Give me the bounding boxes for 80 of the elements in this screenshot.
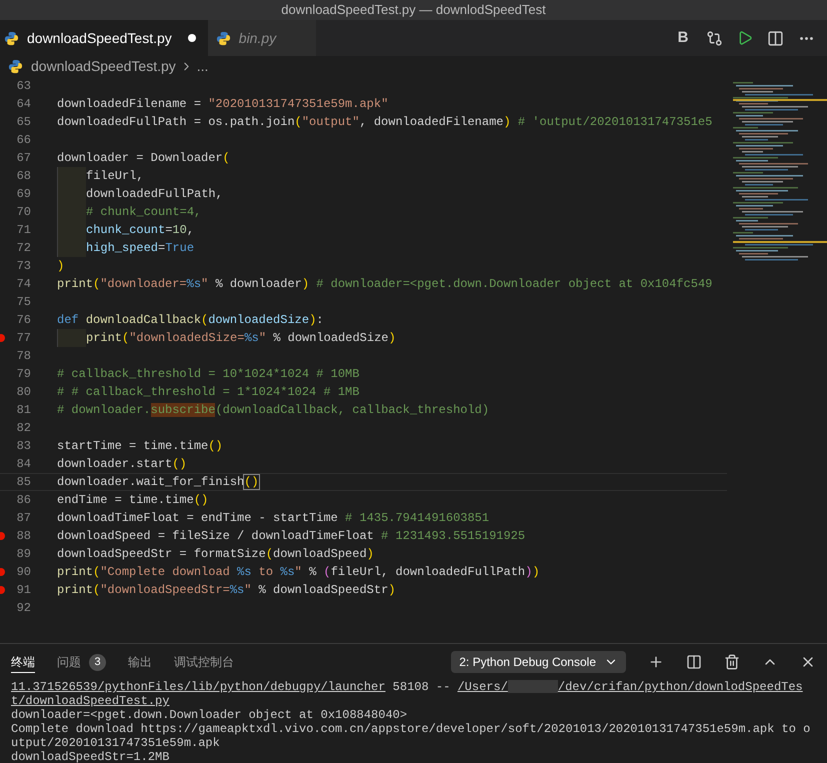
code-line: print("downloadedSize=%s" % downloadedSize) [86,330,396,347]
line-number: 81 [16,402,31,419]
panel-tab[interactable]: 终端 [11,651,35,673]
line-number: 63 [16,78,31,95]
line-number: 64 [16,96,31,113]
line-number: 72 [16,240,31,257]
python-file-icon [4,30,19,46]
console-select[interactable]: 2: Python Debug Console [451,651,626,673]
terminal-line: downloadSpeedStr=1.2MB [11,750,170,763]
line-number: 74 [16,276,31,293]
line-number: 69 [16,186,31,203]
editor-tab[interactable]: bin.py [208,20,316,56]
line-number: 73 [16,258,31,275]
code-line: downloadSpeed = fileSize / downloadTimeFloat # 1231493.5515191925 [57,528,526,545]
code-line: print("Complete download %s to %s" % (fileUrl, downloadedFullPath)) [57,564,540,581]
code-line: fileUrl, [86,168,144,185]
line-number: 91 [16,582,31,599]
add-icon[interactable] [648,654,664,670]
code-line: # chunk_count=4, [86,204,202,221]
line-number: 89 [16,546,31,563]
line-number: 79 [16,366,31,383]
line-number: 82 [16,420,31,437]
panel-tab[interactable]: 调试控制台 [174,651,234,673]
code-line: downloader.start() [57,456,187,473]
tab-label: downloadSpeedTest.py [27,28,172,48]
line-number: 66 [16,132,31,149]
code-line: # downloader.subscribe(downloadCallback, callback_threshold) [57,402,490,419]
code-line: downloader = Downloader( [57,150,230,167]
line-number: 75 [16,294,31,311]
panel-tab[interactable]: 输出 [128,651,152,673]
code-line: # # callback_threshold = 1*1024*1024 # 1MB [57,384,360,401]
compare-changes-icon[interactable] [706,30,723,46]
line-number: 71 [16,222,31,239]
line-number: 65 [16,114,31,131]
redacted-block [508,680,558,694]
terminal-line: downloader=<pget.down.Downloader object at 0x108848040> [11,708,408,722]
line-number: 80 [16,384,31,401]
code-line: downloader.wait_for_finish() [57,474,259,491]
split-panel-icon[interactable] [686,654,702,670]
line-number: 77 [16,330,31,347]
line-number: 87 [16,510,31,527]
split-editor-icon[interactable] [767,30,784,46]
line-number: 85 [16,474,31,491]
python-file-icon [216,30,231,46]
line-number: 84 [16,456,31,473]
code-line: startTime = time.time() [57,438,223,455]
line-number: 83 [16,438,31,455]
trash-icon[interactable] [724,654,740,670]
bold-button[interactable]: B [674,26,692,50]
line-number: 86 [16,492,31,509]
code-line: endTime = time.time() [57,492,208,509]
breadcrumb-more[interactable]: ... [196,56,208,77]
line-number: 68 [16,168,31,185]
window-title: downloadSpeedTest.py — downlodSpeedTest [281,1,546,20]
code-line: high_speed=True [86,240,194,257]
code-line: def downloadCallback(downloadedSize): [57,312,324,329]
line-number: 88 [16,528,31,545]
line-number: 78 [16,348,31,365]
python-file-icon [8,59,23,74]
code-line: downloadedFullPath, [86,186,223,203]
code-line: ) [57,258,64,275]
tab-label: bin.py [238,28,276,48]
line-number: 92 [16,600,31,617]
code-line: # callback_threshold = 10*1024*1024 # 10MB [57,366,360,383]
line-number: 70 [16,204,31,221]
breadcrumb-file[interactable]: downloadSpeedTest.py [31,56,176,77]
count-badge: 3 [89,654,106,670]
code-line: downloadSpeedStr = formatSize(downloadSpeed) [57,546,374,563]
line-number: 90 [16,564,31,581]
code-line: print("downloadSpeedStr=%s" % downloadSpeedStr) [57,582,396,599]
line-number: 67 [16,150,31,167]
code-line: downloadedFullPath = os.path.join("output", downloadedFilename) # 'output/202010131747351e5 [57,114,712,131]
panel-tab[interactable]: 问题 3 [57,651,106,673]
editor-tab[interactable]: downloadSpeedTest.py [0,20,208,56]
code-line: chunk_count=10, [86,222,194,239]
code-line: print("downloader=%s" % downloader) # downloader=<pget.down.Downloader object at 0x104fc549 [57,276,712,293]
code-line: downloadedFilename = "202010131747351e59m.apk" [57,96,388,113]
run-icon[interactable] [737,30,753,46]
code-line: downloadTimeFloat = endTime - startTime # 1435.7941491603851 [57,510,490,527]
line-number: 76 [16,312,31,329]
